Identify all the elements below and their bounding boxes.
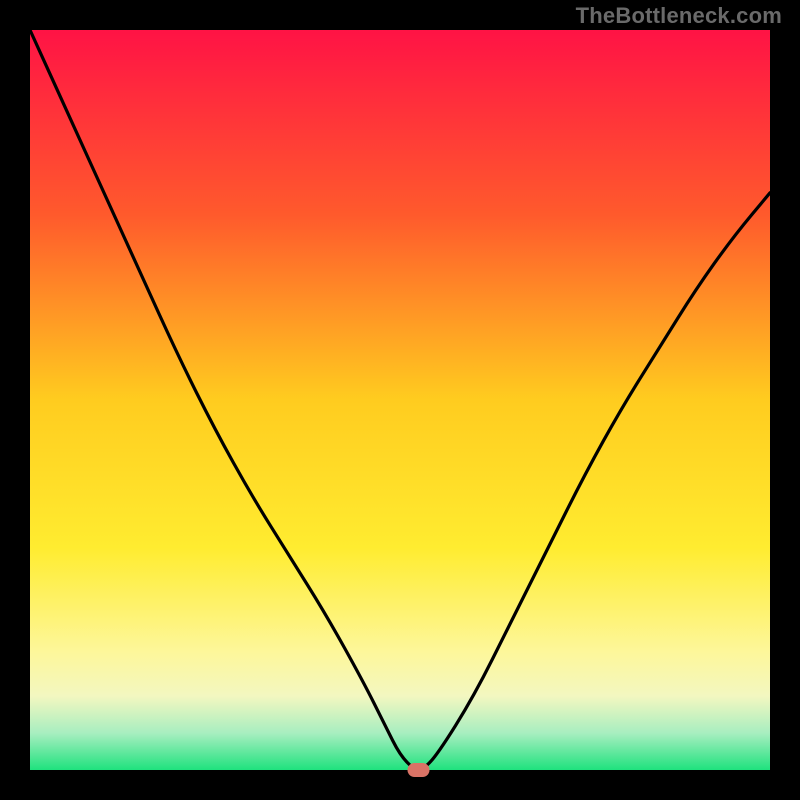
minimum-marker — [408, 763, 430, 777]
frame-left — [0, 0, 30, 800]
chart-stage: { "watermark": "TheBottleneck.com", "col… — [0, 0, 800, 800]
bottleneck-chart — [0, 0, 800, 800]
frame-bottom — [0, 770, 800, 800]
frame-right — [770, 0, 800, 800]
watermark-text: TheBottleneck.com — [576, 3, 782, 29]
gradient-panel — [30, 30, 770, 770]
